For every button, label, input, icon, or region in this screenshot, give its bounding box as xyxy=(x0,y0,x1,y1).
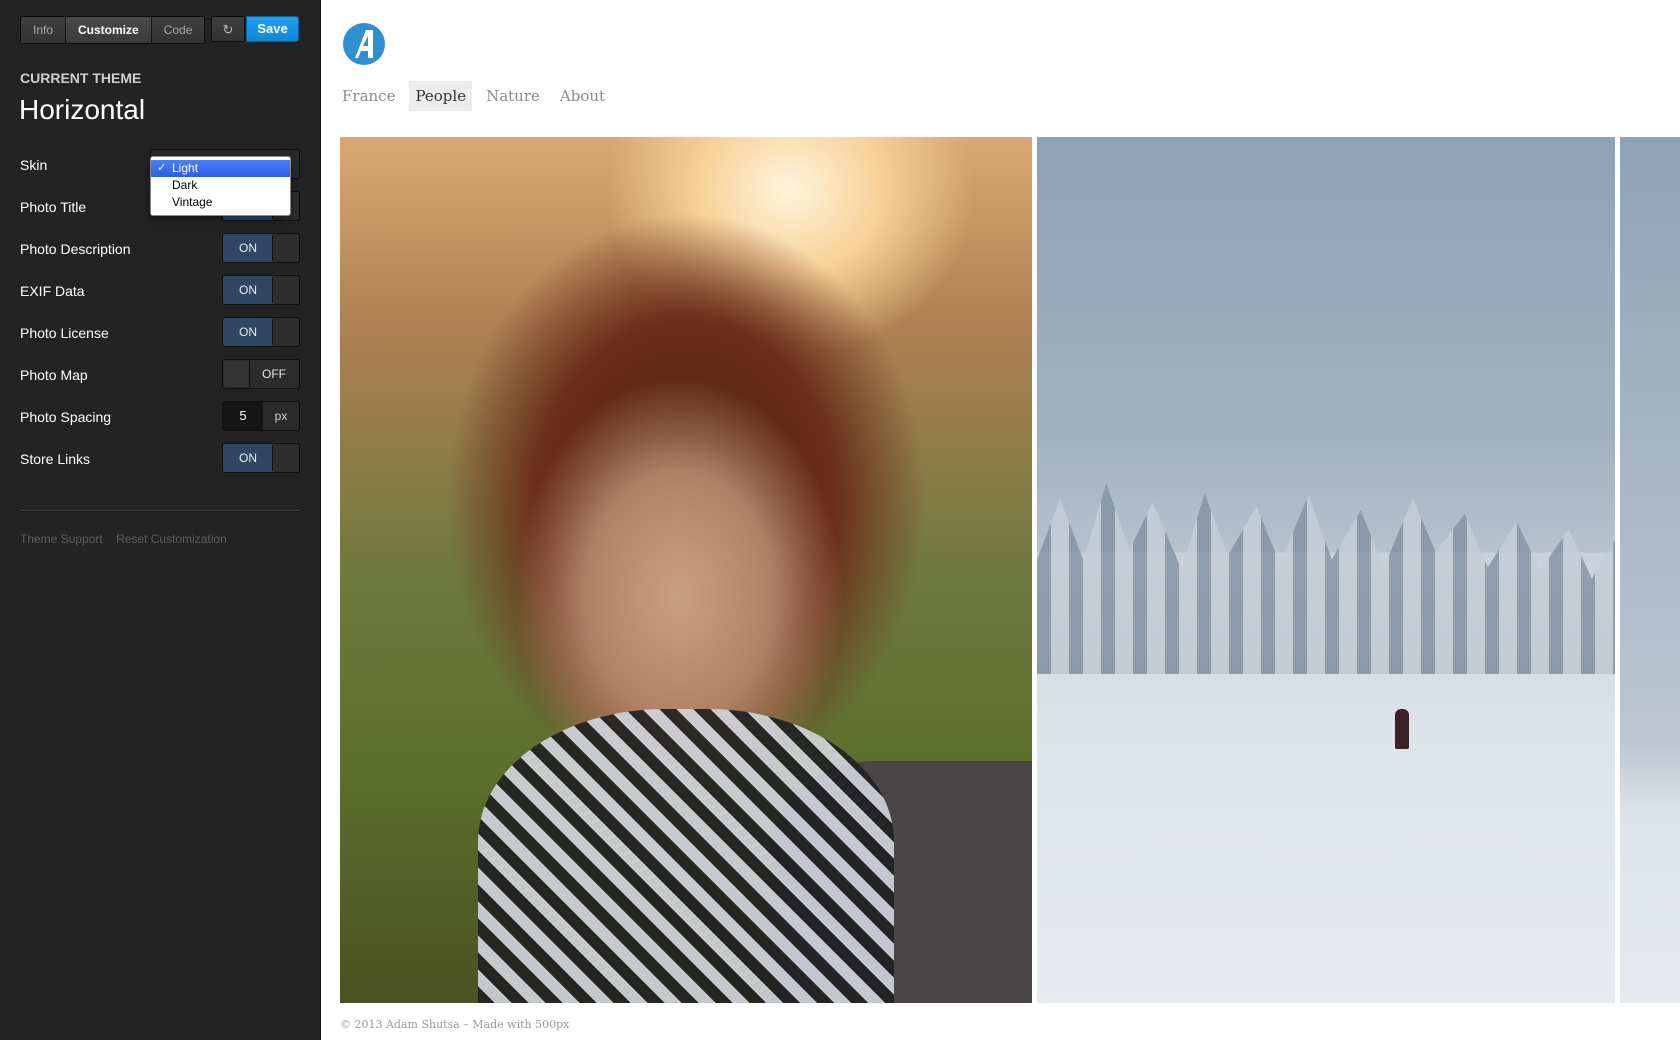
toggle-knob xyxy=(272,445,298,471)
nav-france[interactable]: France xyxy=(336,81,401,111)
toggle-state: OFF xyxy=(262,367,286,381)
photo-portrait[interactable] xyxy=(340,137,1032,1003)
reset-customization-link[interactable]: Reset Customization xyxy=(116,532,227,546)
nav-about[interactable]: About xyxy=(554,81,611,111)
store-links-label: Store Links xyxy=(20,451,91,467)
photo-map-toggle[interactable]: OFF xyxy=(222,359,300,389)
setting-store-links: Store Links ON xyxy=(20,443,300,475)
refresh-icon: ↻ xyxy=(222,22,234,37)
exif-data-label: EXIF Data xyxy=(20,283,85,299)
photo-license-toggle[interactable]: ON xyxy=(222,317,300,347)
site-footer: © 2013 Adam Shutsa – Made with 500px xyxy=(340,1018,570,1031)
photo-skier-figure xyxy=(1395,708,1410,749)
photo-spacing-unit: px xyxy=(274,409,288,423)
toggle-knob xyxy=(272,319,298,345)
setting-photo-description: Photo Description ON xyxy=(20,233,300,265)
skin-option-label: Vintage xyxy=(172,195,213,209)
skin-option-label: Light xyxy=(172,161,199,175)
toggle-state: ON xyxy=(223,444,273,472)
photo-title-label: Photo Title xyxy=(20,199,87,215)
setting-photo-license: Photo License ON xyxy=(20,317,300,349)
skin-label: Skin xyxy=(20,157,48,173)
setting-photo-spacing: Photo Spacing 5 px xyxy=(20,401,300,433)
setting-photo-map: Photo Map OFF xyxy=(20,359,300,391)
skin-option-dark[interactable]: Dark xyxy=(151,177,290,194)
photo-portrait-scarf xyxy=(478,708,894,1003)
skin-option-label: Dark xyxy=(172,178,198,192)
photo-spacing-input[interactable]: 5 xyxy=(223,402,263,430)
setting-exif-data: EXIF Data ON xyxy=(20,275,300,307)
toggle-state: ON xyxy=(223,234,273,262)
skin-dropdown-menu: ✓ Light Dark Vintage xyxy=(150,156,291,216)
tab-info[interactable]: Info xyxy=(21,17,67,43)
skin-option-vintage[interactable]: Vintage xyxy=(151,194,290,211)
tab-customize[interactable]: Customize xyxy=(66,17,152,43)
exif-data-toggle[interactable]: ON xyxy=(222,275,300,305)
photo-description-toggle[interactable]: ON xyxy=(222,233,300,263)
skin-option-light[interactable]: ✓ Light xyxy=(151,160,290,177)
sidebar-footer-links: Theme Support Reset Customization xyxy=(20,532,237,546)
photo-skier-trees xyxy=(1037,483,1615,674)
refresh-button[interactable]: ↻ xyxy=(211,16,245,42)
sidebar-divider xyxy=(20,510,300,512)
photo-partial[interactable] xyxy=(1620,137,1680,1003)
toggle-knob xyxy=(272,235,298,261)
current-theme-label: CURRENT THEME xyxy=(20,70,142,86)
store-links-toggle[interactable]: ON xyxy=(222,443,300,473)
save-button[interactable]: Save xyxy=(246,16,299,42)
theme-name: Horizontal xyxy=(19,94,146,125)
site-nav: France People Nature About xyxy=(336,81,619,111)
photo-spacing-field: 5 px xyxy=(222,401,300,431)
photo-description-label: Photo Description xyxy=(20,241,131,257)
toggle-knob xyxy=(224,361,250,387)
sidebar-tabs: Info Customize Code xyxy=(20,16,206,44)
photo-skier[interactable] xyxy=(1037,137,1615,1003)
check-icon: ✓ xyxy=(157,162,167,174)
site-logo[interactable] xyxy=(342,22,386,66)
nav-nature[interactable]: Nature xyxy=(480,81,546,111)
tab-code[interactable]: Code xyxy=(151,17,205,43)
photo-license-label: Photo License xyxy=(20,325,109,341)
theme-support-link[interactable]: Theme Support xyxy=(20,532,103,546)
toggle-state: ON xyxy=(223,318,273,346)
toggle-knob xyxy=(272,277,298,303)
nav-people[interactable]: People xyxy=(409,81,473,111)
photo-map-label: Photo Map xyxy=(20,367,88,383)
photo-spacing-label: Photo Spacing xyxy=(20,409,112,425)
toggle-state: ON xyxy=(223,276,273,304)
